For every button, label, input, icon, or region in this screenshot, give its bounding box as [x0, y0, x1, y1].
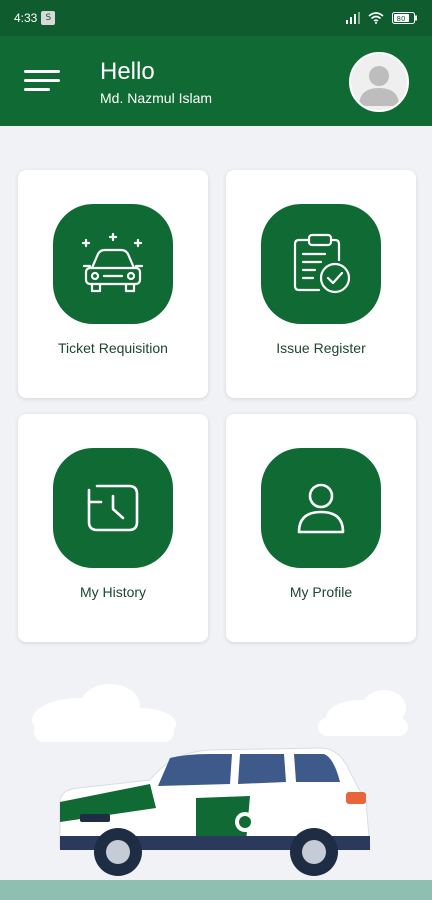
cloud-left	[32, 684, 176, 742]
ground	[0, 880, 432, 900]
card-label: My Profile	[289, 584, 353, 600]
card-label: Issue Register	[276, 340, 366, 356]
history-clock-icon	[87, 484, 139, 532]
cloud-right	[318, 690, 408, 736]
my-profile-card[interactable]: My Profile	[226, 414, 416, 642]
card-label: Ticket Requisition	[58, 340, 168, 356]
user-name: Md. Nazmul Islam	[100, 90, 213, 106]
card-label: My History	[79, 584, 147, 600]
status-bar: 4:33 S 80	[0, 0, 432, 36]
signal-icon	[346, 12, 360, 24]
my-history-card[interactable]: My History	[18, 414, 208, 642]
wifi-icon	[368, 12, 384, 24]
status-icons: 80	[346, 12, 418, 24]
status-time: 4:33	[14, 11, 38, 25]
menu-icon-line	[24, 88, 50, 91]
menu-icon-line	[24, 70, 60, 73]
user-icon	[297, 483, 345, 534]
menu-icon-line	[24, 79, 60, 82]
battery-level: 80	[397, 15, 406, 23]
card-icon-container	[261, 204, 381, 324]
issue-register-card[interactable]: Issue Register	[226, 170, 416, 398]
card-icon-container	[53, 448, 173, 568]
app-header: Hello Md. Nazmul Islam	[0, 36, 432, 126]
avatar[interactable]	[349, 52, 409, 112]
card-icon-container	[261, 448, 381, 568]
clipboard-check-icon	[293, 233, 351, 294]
ticket-requisition-card[interactable]: Ticket Requisition	[18, 170, 208, 398]
greeting-text: Hello	[100, 58, 155, 85]
menu-button[interactable]	[24, 66, 64, 96]
battery-icon: 80	[392, 12, 417, 24]
user-avatar-icon	[359, 66, 399, 106]
notification-badge: S	[41, 11, 56, 25]
car-icon	[81, 232, 144, 293]
car-illustration	[0, 684, 432, 900]
card-icon-container	[53, 204, 173, 324]
